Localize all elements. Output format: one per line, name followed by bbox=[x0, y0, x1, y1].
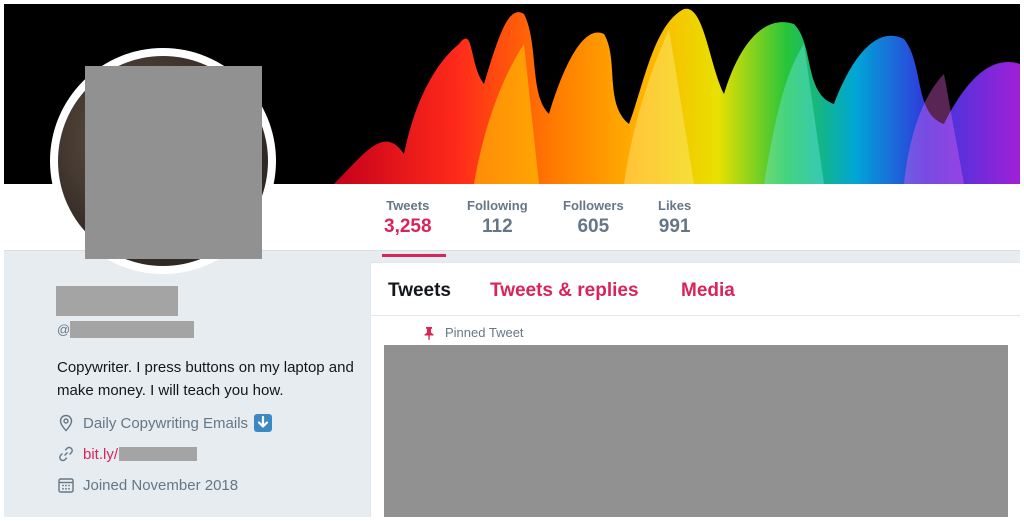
stat-followers[interactable]: Followers 605 bbox=[563, 198, 624, 238]
profile-joined: Joined November 2018 bbox=[57, 476, 238, 494]
stat-followers-label: Followers bbox=[563, 198, 624, 213]
stat-following-value: 112 bbox=[482, 216, 513, 237]
timeline-panel: Tweets Tweets & replies Media Pinned Twe… bbox=[370, 262, 1020, 517]
stat-likes[interactable]: Likes 991 bbox=[658, 198, 691, 238]
stat-followers-value: 605 bbox=[577, 216, 610, 237]
stat-tweets[interactable]: Tweets 3,258 bbox=[382, 198, 445, 257]
website-link[interactable]: bit.ly/ bbox=[83, 446, 118, 463]
handle-redacted bbox=[70, 321, 194, 338]
profile-website: bit.ly/ bbox=[57, 445, 198, 463]
joined-text: Joined November 2018 bbox=[83, 476, 239, 494]
website-link-redacted bbox=[119, 447, 198, 461]
stat-following-label: Following bbox=[467, 198, 528, 213]
link-icon bbox=[59, 446, 73, 462]
stat-likes-value: 991 bbox=[658, 216, 691, 237]
profile-bio: Copywriter. I press buttons on my laptop… bbox=[57, 359, 354, 399]
profile-location: Daily Copywriting Emails bbox=[57, 414, 273, 432]
tab-tweets[interactable]: Tweets bbox=[388, 280, 451, 302]
calendar-icon bbox=[58, 478, 74, 493]
timeline-tabs: Tweets Tweets & replies Media bbox=[371, 263, 1020, 316]
location-pin-icon bbox=[59, 414, 73, 432]
tab-media[interactable]: Media bbox=[681, 280, 735, 302]
pinned-tweet-redacted[interactable] bbox=[384, 345, 1008, 517]
stat-likes-label: Likes bbox=[658, 198, 692, 213]
pin-icon bbox=[424, 326, 434, 340]
pinned-tweet-context: Pinned Tweet bbox=[423, 325, 524, 340]
handle-prefix: @ bbox=[57, 322, 71, 337]
stat-tweets-label: Tweets bbox=[386, 198, 430, 213]
tab-tweets-and-replies[interactable]: Tweets & replies bbox=[490, 280, 639, 302]
profile-page: Tweets 3,258 Following 112 Followers 605… bbox=[4, 4, 1020, 517]
location-text: Daily Copywriting Emails bbox=[83, 414, 249, 432]
stat-following[interactable]: Following 112 bbox=[467, 198, 528, 238]
pinned-tweet-label: Pinned Tweet bbox=[445, 325, 524, 340]
down-arrow-emoji-icon bbox=[254, 414, 273, 432]
stat-tweets-value: 3,258 bbox=[384, 216, 432, 237]
avatar-redaction bbox=[85, 66, 262, 259]
display-name-redacted bbox=[56, 286, 178, 316]
